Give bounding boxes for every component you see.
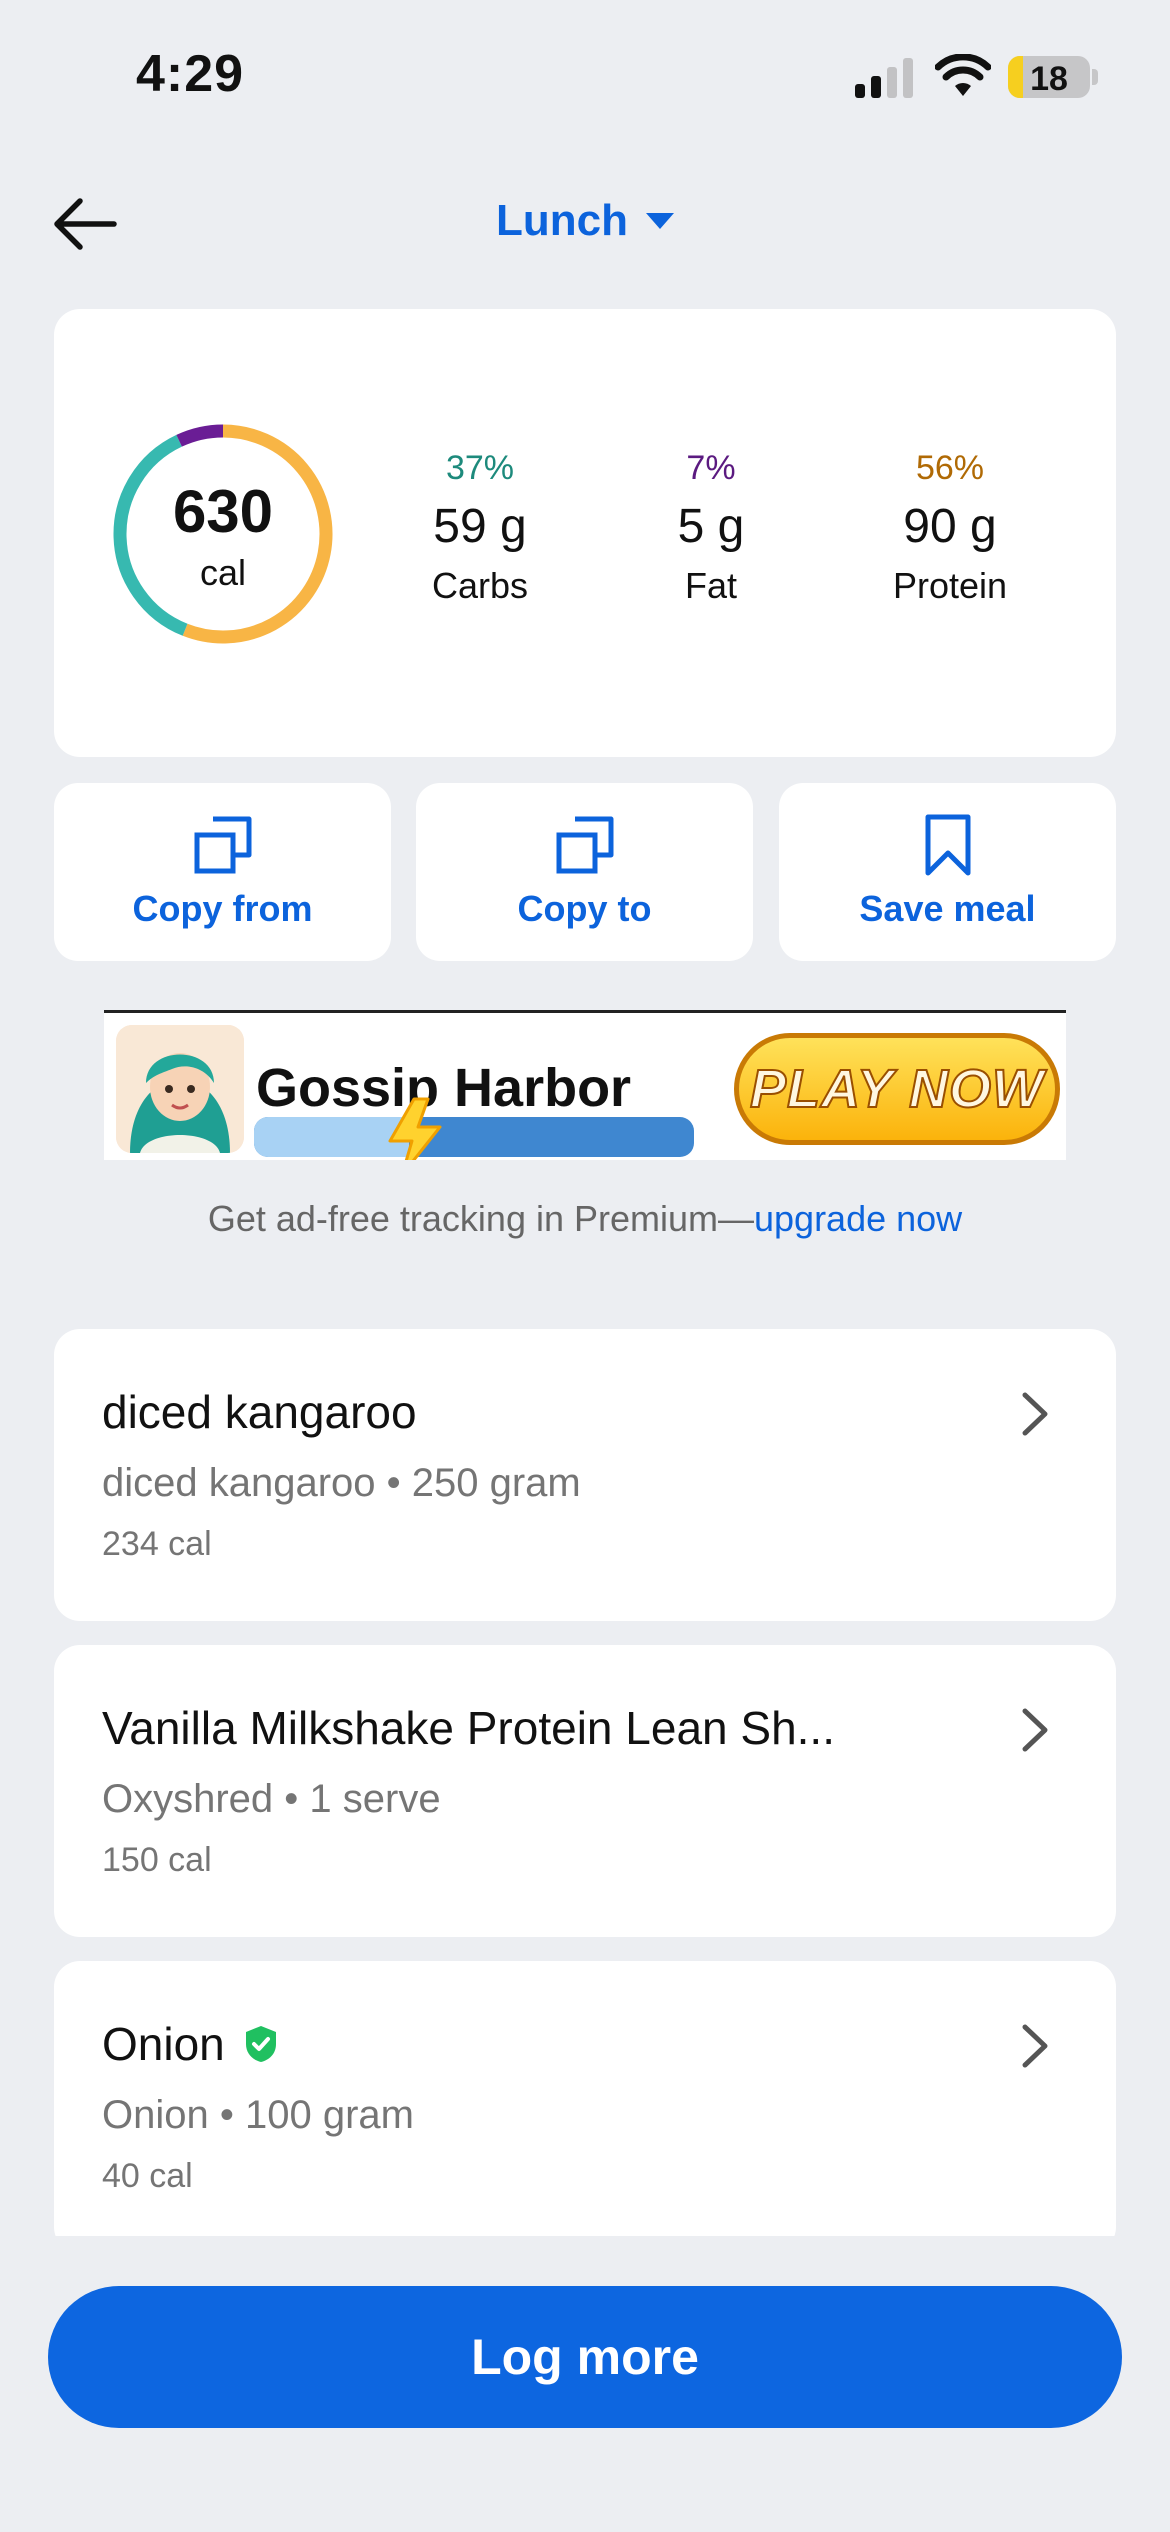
status-bar: 4:29 18 <box>0 0 1170 150</box>
carbs-grams: 59 g <box>433 500 527 553</box>
calorie-total: 630 <box>172 478 274 545</box>
ad-banner[interactable]: Gossip Harbor PLAY NOW <box>104 1010 1066 1160</box>
food-calories: 40 cal <box>102 2157 193 2195</box>
copy-icon <box>556 816 613 874</box>
food-name: diced kangaroo <box>102 1386 417 1438</box>
copy-from-label: Copy from <box>132 888 313 929</box>
verified-shield-icon <box>245 2026 276 2062</box>
food-name: Vanilla Milkshake Protein Lean Sh... <box>102 1702 835 1754</box>
signal-icon <box>855 58 913 98</box>
save-meal-button[interactable]: Save meal <box>779 783 1116 961</box>
carbs-percent: 37% <box>445 449 515 487</box>
fat-label: Fat <box>684 565 737 606</box>
fat-percent: 7% <box>686 449 736 487</box>
ad-progress-bar <box>254 1117 694 1157</box>
lightning-icon <box>388 1097 442 1160</box>
log-more-label: Log more <box>471 2329 699 2385</box>
upgrade-link[interactable]: upgrade now <box>754 1198 962 1239</box>
meal-title: Lunch <box>496 196 628 245</box>
wifi-icon <box>935 54 991 96</box>
calorie-unit: cal <box>199 552 247 593</box>
ad-cta-label: PLAY NOW <box>749 1058 1044 1120</box>
food-item[interactable]: Onion Onion • 100 gram 40 cal <box>54 1961 1116 2253</box>
ring-segment-fat <box>176 424 224 447</box>
copy-from-button[interactable]: Copy from <box>54 783 391 961</box>
fat-grams: 5 g <box>677 500 745 553</box>
battery-percent: 18 <box>1030 60 1068 98</box>
ad-play-now-button[interactable]: PLAY NOW <box>734 1033 1060 1145</box>
protein-label: Protein <box>892 565 1008 606</box>
food-detail: diced kangaroo • 250 gram <box>102 1461 581 1505</box>
copy-icon <box>194 816 251 874</box>
food-name: Onion <box>102 2018 225 2070</box>
premium-text: Get ad-free tracking in Premium— <box>207 1198 754 1239</box>
macro-carbs: 37% 59 g Carbs <box>370 449 590 607</box>
food-name-row: Onion <box>102 2017 279 2071</box>
food-calories: 234 cal <box>102 1525 212 1563</box>
chevron-right-icon <box>1022 1708 1048 1752</box>
protein-grams: 90 g <box>903 500 997 553</box>
premium-upsell: Get ad-free tracking in Premium—upgrade … <box>0 1198 1170 1240</box>
meal-selector[interactable]: Lunch <box>0 196 1170 246</box>
food-item[interactable]: diced kangaroo diced kangaroo • 250 gram… <box>54 1329 1116 1621</box>
macro-fat: 7% 5 g Fat <box>601 449 821 607</box>
save-meal-label: Save meal <box>859 888 1036 929</box>
food-item[interactable]: Vanilla Milkshake Protein Lean Sh... Oxy… <box>54 1645 1116 1937</box>
nutrition-summary-card: 630 cal 37% 59 g Carbs 7% 5 g Fat 56% 90… <box>54 309 1116 757</box>
chevron-right-icon <box>1022 2024 1048 2068</box>
protein-percent: 56% <box>915 449 985 487</box>
log-more-button[interactable]: Log more <box>48 2286 1122 2428</box>
battery-icon: 18 <box>1008 56 1090 98</box>
caret-down-icon <box>645 213 674 229</box>
bookmark-icon <box>925 814 970 876</box>
copy-to-label: Copy to <box>517 888 652 929</box>
macro-protein: 56% 90 g Protein <box>840 449 1060 607</box>
status-time: 4:29 <box>136 45 245 103</box>
copy-to-button[interactable]: Copy to <box>416 783 753 961</box>
chevron-right-icon <box>1022 1392 1048 1436</box>
battery-nub <box>1092 69 1098 85</box>
food-detail: Onion • 100 gram <box>102 2093 414 2137</box>
food-detail: Oxyshred • 1 serve <box>102 1777 441 1821</box>
food-calories: 150 cal <box>102 1841 212 1879</box>
ad-character-image <box>116 1025 244 1153</box>
carbs-label: Carbs <box>431 565 529 606</box>
